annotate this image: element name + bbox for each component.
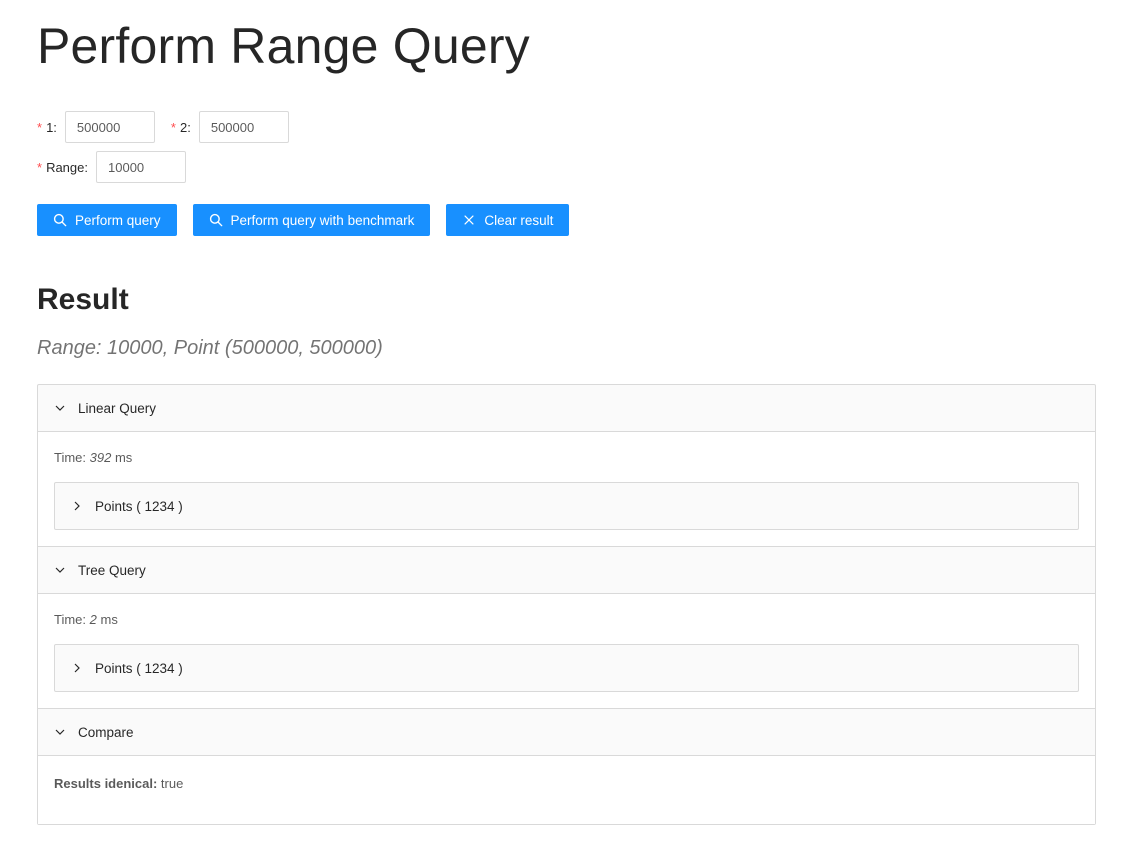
panel-header-label: Linear Query [78,400,157,416]
field-1-label: * 1: [37,120,57,135]
panel-header-label: Tree Query [78,562,146,578]
time-unit: ms [96,612,118,627]
perform-query-benchmark-button[interactable]: Perform query with benchmark [192,204,431,236]
form-item-2: * 2: [171,111,289,143]
perform-query-benchmark-label: Perform query with benchmark [230,212,415,228]
action-buttons: Perform query Perform query with benchma… [37,204,1096,236]
range-colon: : [84,159,88,175]
panel-content-linear-query: Time: 392 ms Points ( 1234 ) [38,431,1095,546]
range-label: * Range: [37,160,88,175]
perform-query-label: Perform query [75,212,161,228]
required-mark: * [37,119,43,135]
clear-result-label: Clear result [484,212,554,228]
range-query-form: *1: *2: *Range: [37,111,1096,183]
time-value: 392 [89,450,112,465]
form-row-range: * Range: [37,151,1096,183]
panel-header-compare[interactable]: Compare [38,709,1095,755]
points-label: Points ( 1234 ) [95,660,183,676]
identical-value: true [157,776,184,791]
panel-header-label: Compare [78,724,134,740]
time-line: Time: 2 ms [54,610,1079,630]
time-prefix: Time: [54,612,90,627]
field-2-colon: : [187,119,191,135]
points-collapse: Points ( 1234 ) [54,644,1079,692]
panel-content-compare: Results idenical: true [38,755,1095,824]
result-collapse: Linear Query Time: 392 ms Points ( 1234 … [37,384,1096,825]
required-mark: * [37,159,43,175]
field-2-input[interactable] [198,111,289,143]
panel-content-tree-query: Time: 2 ms Points ( 1234 ) [38,593,1095,708]
chevron-right-icon [71,662,83,674]
points-collapse: Points ( 1234 ) [54,482,1079,530]
time-value: 2 [89,612,97,627]
form-row-point: *1: *2: [37,111,1096,143]
chevron-down-icon [54,726,66,738]
time-unit: ms [111,450,133,465]
result-summary: Range: 10000, Point (500000, 500000) [37,337,383,359]
chevron-down-icon [54,402,66,414]
panel-tree-query: Tree Query Time: 2 ms Points ( 1234 ) [38,547,1095,709]
form-item-1: * 1: [37,111,155,143]
close-icon [462,213,476,227]
panel-compare: Compare Results idenical: true [38,709,1095,824]
page-title: Perform Range Query [37,18,530,74]
time-line: Time: 392 ms [54,448,1079,468]
field-1-input[interactable] [64,111,155,143]
panel-header-tree-query[interactable]: Tree Query [38,547,1095,593]
identical-label: Results idenical: [54,776,158,791]
points-header[interactable]: Points ( 1234 ) [55,645,1078,691]
chevron-down-icon [54,564,66,576]
panel-header-linear-query[interactable]: Linear Query [38,385,1095,431]
field-1-colon: : [53,119,57,135]
range-input[interactable] [96,151,186,183]
page: Perform Range Query *1: *2: *Range: Perf… [0,0,1130,825]
points-header[interactable]: Points ( 1234 ) [55,483,1078,529]
result-title: Result [37,283,129,316]
search-icon [53,213,67,227]
required-mark: * [170,119,176,135]
form-item-range: * Range: [37,151,186,183]
search-icon [209,213,223,227]
field-2-label: * 2: [171,120,191,135]
range-label-text: Range [46,159,85,175]
points-label: Points ( 1234 ) [95,498,183,514]
clear-result-button[interactable]: Clear result [446,204,570,236]
chevron-right-icon [71,500,83,512]
time-prefix: Time: [54,450,90,465]
panel-linear-query: Linear Query Time: 392 ms Points ( 1234 … [38,385,1095,547]
compare-result: Results idenical: true [54,772,1079,808]
perform-query-button[interactable]: Perform query [37,204,177,236]
